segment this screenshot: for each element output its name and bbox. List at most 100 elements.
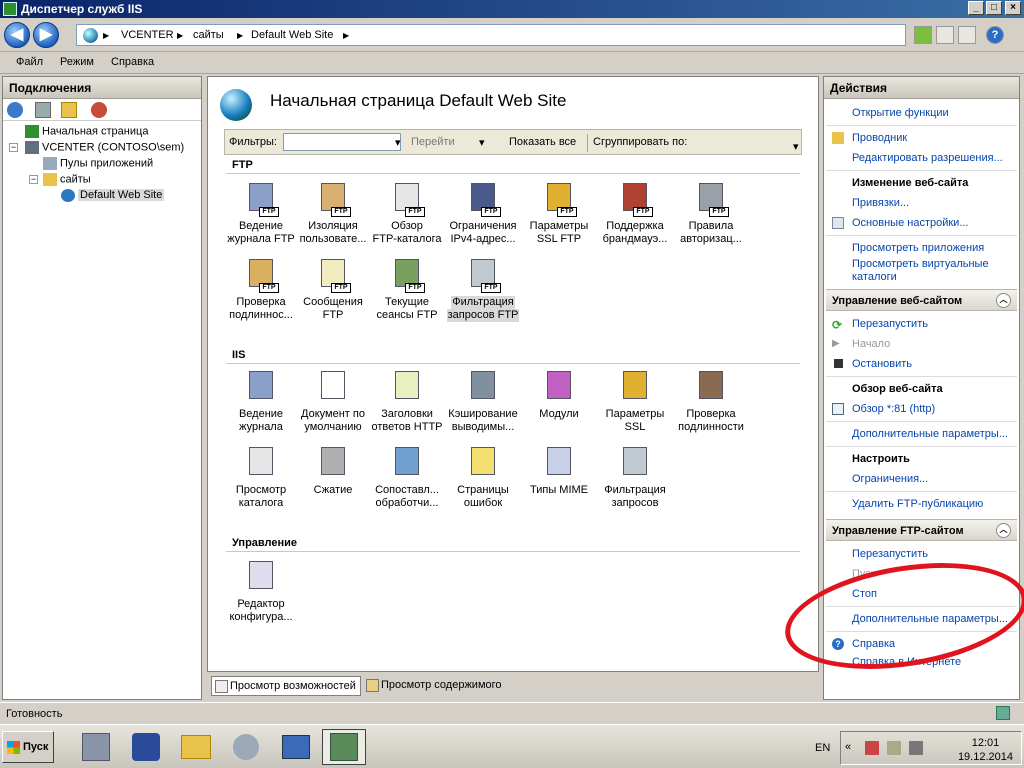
feature-handler-mappings[interactable]: Сопоставл... обработчи... <box>370 447 444 510</box>
feature-error-pages[interactable]: Страницы ошибок <box>446 447 520 510</box>
action-edit-permissions[interactable]: Редактировать разрешения... <box>852 152 1003 164</box>
action-bindings[interactable]: Привязки... <box>852 197 909 209</box>
tab-features-view[interactable]: Просмотр возможностей <box>211 676 361 696</box>
tree-item-server[interactable]: VCENTER (CONTOSO\sem) <box>25 141 184 157</box>
feature-logging[interactable]: Ведение журнала <box>224 371 298 434</box>
feature-modules[interactable]: Модули <box>522 371 596 421</box>
feature-ftp-current-sessions[interactable]: FTP Текущие сеансы FTP <box>370 259 444 322</box>
feature-default-document[interactable]: Документ по умолчанию <box>296 371 370 434</box>
iis-manager-taskbar-icon[interactable] <box>322 729 366 765</box>
action-ftp-restart[interactable]: Перезапустить <box>852 548 928 560</box>
action-stop-site[interactable]: Остановить <box>852 358 912 370</box>
connect-icon[interactable] <box>7 102 23 118</box>
language-indicator[interactable]: EN <box>815 742 830 754</box>
breadcrumb-sites[interactable]: сайты <box>193 29 224 41</box>
feature-ftp-user-isolation[interactable]: FTP Изоляция пользовате... <box>296 183 370 246</box>
powershell-taskbar-icon[interactable] <box>124 729 168 765</box>
action-view-virtual-dirs[interactable]: Просмотреть виртуальные <box>852 258 989 270</box>
collapse-icon[interactable]: ︿ <box>996 293 1011 308</box>
breadcrumb-vcenter[interactable]: VCENTER <box>121 29 174 41</box>
action-basic-settings[interactable]: Основные настройки... <box>852 217 968 229</box>
action-center-icon[interactable] <box>865 741 879 755</box>
explorer-taskbar-icon[interactable] <box>174 729 218 765</box>
group-by-label[interactable]: Сгруппировать по: <box>593 136 687 148</box>
feature-ftp-firewall-support[interactable]: FTP Поддержка брандмауэ... <box>598 183 672 246</box>
action-view-virtual-dirs-2[interactable]: каталоги <box>852 271 897 283</box>
scroll-down-icon[interactable]: ▾ <box>793 140 799 153</box>
feature-directory-browsing[interactable]: Просмотр каталога <box>224 447 298 510</box>
window-title-bar[interactable]: Диспетчер служб IIS _ □ × <box>0 0 1024 18</box>
help-icon[interactable]: ? <box>986 26 1004 44</box>
disconnect-icon[interactable] <box>91 102 107 118</box>
start-icon: ▶ <box>832 338 840 349</box>
show-all-button[interactable]: Показать все <box>509 136 576 148</box>
expand-server-toggle[interactable]: − <box>9 143 18 152</box>
feature-ftp-authentication[interactable]: FTP Проверка подлиннос... <box>224 259 298 322</box>
feature-ftp-authorization-rules[interactable]: FTP Правила авторизац... <box>674 183 748 246</box>
lock-icon <box>619 371 651 405</box>
action-open-feature[interactable]: Открытие функции <box>852 107 949 119</box>
feature-ftp-request-filtering[interactable]: FTP Фильтрация запросов FTP <box>446 259 520 322</box>
tree-item-default-web-site[interactable]: Default Web Site <box>61 189 165 205</box>
tree-item-start-page[interactable]: Начальная страница <box>25 125 148 141</box>
breadcrumb-default-web-site[interactable]: Default Web Site <box>251 29 333 41</box>
feature-compression[interactable]: Сжатие <box>296 447 370 497</box>
feature-ftp-logging[interactable]: FTP Ведение журнала FTP <box>224 183 298 246</box>
tab-content-view[interactable]: Просмотр содержимого <box>363 676 506 696</box>
back-button[interactable]: ◀ <box>4 22 30 48</box>
menu-file[interactable]: Файл <box>16 56 43 68</box>
menu-help[interactable]: Справка <box>111 56 154 68</box>
feature-output-caching[interactable]: Кэширование выводимы... <box>446 371 520 434</box>
refresh-icon[interactable] <box>914 26 932 44</box>
home-icon[interactable] <box>958 26 976 44</box>
feature-http-response-headers[interactable]: Заголовки ответов HTTP <box>370 371 444 434</box>
breadcrumb-separator-icon[interactable]: ▶ <box>343 31 349 40</box>
network-status-icon <box>996 706 1010 720</box>
feature-mime-types[interactable]: Типы MIME <box>522 447 596 497</box>
action-advanced-settings[interactable]: Дополнительные параметры... <box>852 428 1008 440</box>
expand-sites-toggle[interactable]: − <box>29 175 38 184</box>
action-start-site[interactable]: Начало <box>852 338 890 350</box>
save-icon[interactable] <box>35 102 51 118</box>
start-button[interactable]: Пуск <box>2 731 54 763</box>
action-restart-site[interactable]: Перезапустить <box>852 318 928 330</box>
feature-configuration-editor[interactable]: Редактор конфигура... <box>224 561 298 624</box>
server-manager-taskbar-icon[interactable] <box>74 729 118 765</box>
close-button[interactable]: × <box>1005 1 1021 15</box>
remote-desktop-taskbar-icon[interactable] <box>274 729 318 765</box>
network-icon[interactable] <box>887 741 901 755</box>
stop-icon[interactable] <box>936 26 954 44</box>
tray-expand-icon[interactable]: « <box>845 741 851 753</box>
settings-gear-taskbar-icon[interactable] <box>224 729 268 765</box>
action-browse-port-81[interactable]: Обзор *:81 (http) <box>852 403 935 415</box>
feature-ftp-ssl-settings[interactable]: FTP Параметры SSL FTP <box>522 183 596 246</box>
maximize-button[interactable]: □ <box>986 1 1002 15</box>
feature-ssl-settings[interactable]: Параметры SSL <box>598 371 672 434</box>
section-ftp: FTP <box>232 159 253 171</box>
tree-item-sites[interactable]: сайты <box>43 173 91 189</box>
group-manage-ftp-site[interactable]: Управление FTP-сайтом ︿ <box>826 519 1017 541</box>
go-dropdown-icon[interactable]: ▾ <box>479 136 485 149</box>
minimize-button[interactable]: _ <box>968 1 984 15</box>
tree-item-app-pools[interactable]: Пулы приложений <box>43 157 153 173</box>
feature-ftp-ipv4-restrictions[interactable]: FTP Ограничения IPv4-адрес... <box>446 183 520 246</box>
address-bar[interactable]: ▶ VCENTER ▶ сайты ▶ Default Web Site ▶ <box>76 24 906 46</box>
filter-dropdown-icon[interactable]: ▾ <box>395 136 401 149</box>
feature-authentication[interactable]: Проверка подлинности <box>674 371 748 434</box>
group-manage-website[interactable]: Управление веб-сайтом ︿ <box>826 289 1017 311</box>
feature-ftp-messages[interactable]: FTP Сообщения FTP <box>296 259 370 322</box>
action-limits[interactable]: Ограничения... <box>852 473 928 485</box>
folder-up-icon[interactable] <box>61 102 77 118</box>
clock[interactable]: 12:01 19.12.2014 <box>958 736 1013 764</box>
action-remove-ftp-publishing[interactable]: Удалить FTP-публикацию <box>852 498 983 510</box>
feature-request-filtering[interactable]: Фильтрация запросов <box>598 447 672 510</box>
action-view-applications[interactable]: Просмотреть приложения <box>852 242 984 254</box>
action-explorer[interactable]: Проводник <box>852 132 907 144</box>
feature-ftp-directory-browsing[interactable]: FTP Обзор FTP-каталога <box>370 183 444 246</box>
filter-input[interactable] <box>283 133 401 151</box>
forward-button[interactable]: ▶ <box>33 22 59 48</box>
go-button[interactable]: Перейти <box>411 136 455 148</box>
volume-muted-icon[interactable] <box>909 741 923 755</box>
collapse-icon[interactable]: ︿ <box>996 523 1011 538</box>
menu-view[interactable]: Режим <box>60 56 94 68</box>
